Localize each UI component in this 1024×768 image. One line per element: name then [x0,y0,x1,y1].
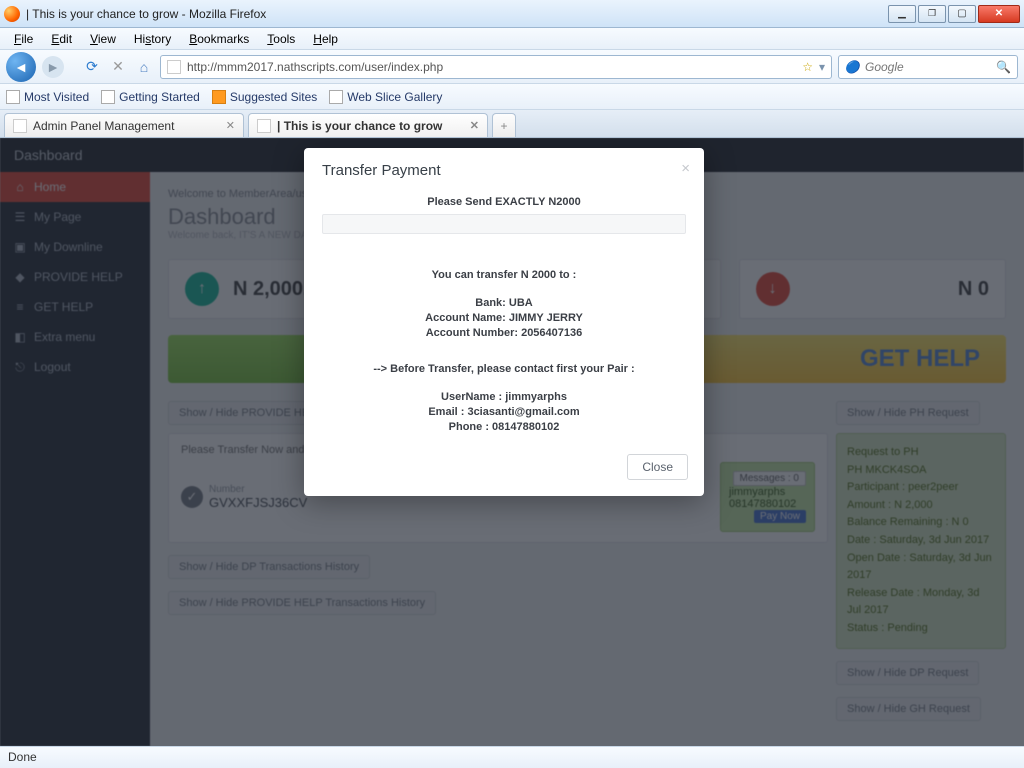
page-icon [101,90,115,104]
menu-edit[interactable]: Edit [43,30,80,48]
reload-button[interactable]: ⟳ [82,57,102,77]
bookmark-getting-started[interactable]: Getting Started [101,90,200,104]
bank-line: Bank: UBA [475,297,532,309]
menu-tools[interactable]: Tools [259,30,303,48]
window-close-button[interactable] [978,5,1020,23]
account-name-line: Account Name: JIMMY JERRY [425,312,583,324]
firefox-icon [4,6,20,22]
tab-admin-panel[interactable]: Admin Panel Management ✕ [4,113,244,137]
nav-back-button[interactable]: ◄ [6,52,36,82]
window-maximize-button[interactable] [948,5,976,23]
tab-icon [257,119,271,133]
window-restore-button[interactable] [918,5,946,23]
tab-close-icon[interactable]: ✕ [470,119,479,132]
search-placeholder: Google [865,60,904,74]
menu-bookmarks[interactable]: Bookmarks [181,30,257,48]
bookmarks-toolbar: Most Visited Getting Started Suggested S… [0,84,1024,110]
modal-title: Transfer Payment [322,162,441,179]
tab-chance-to-grow[interactable]: | This is your chance to grow ✕ [248,113,488,137]
rss-icon [212,90,226,104]
status-bar: Done [0,746,1024,768]
amount-input[interactable] [322,214,686,234]
menu-file[interactable]: FFileile [6,30,41,48]
menu-view[interactable]: View [82,30,124,48]
bookmark-most-visited[interactable]: Most Visited [6,90,89,104]
window-titlebar: | This is your chance to grow - Mozilla … [0,0,1024,28]
page-icon [167,60,181,74]
send-exact-line: Please Send EXACTLY N2000 [427,196,580,208]
url-bar[interactable]: http://mmm2017.nathscripts.com/user/inde… [160,55,832,79]
window-title: | This is your chance to grow - Mozilla … [26,7,888,21]
account-number-line: Account Number: 2056407136 [426,327,583,339]
window-minimize-button[interactable] [888,5,916,23]
transfer-payment-modal: Transfer Payment × Please Send EXACTLY N… [304,148,704,496]
tab-strip: Admin Panel Management ✕ | This is your … [0,110,1024,138]
pair-contact-note: --> Before Transfer, please contact firs… [373,363,634,375]
home-button[interactable]: ⌂ [134,57,154,77]
url-dropdown-icon[interactable]: ▾ [819,60,825,74]
pair-username: UserName : jimmyarphs [441,391,567,403]
url-text: http://mmm2017.nathscripts.com/user/inde… [187,60,443,74]
search-box[interactable]: 🔵 Google 🔍 [838,55,1018,79]
page-icon [329,90,343,104]
pair-phone: Phone : 08147880102 [449,421,560,433]
bookmark-web-slice[interactable]: Web Slice Gallery [329,90,442,104]
tab-close-icon[interactable]: ✕ [226,119,235,132]
bookmark-suggested-sites[interactable]: Suggested Sites [212,90,317,104]
menu-bar: FFileile Edit View History Bookmarks Too… [0,28,1024,50]
pair-email: Email : 3ciasanti@gmail.com [428,406,579,418]
transfer-to-line: You can transfer N 2000 to : [432,269,577,281]
nav-forward-button[interactable]: ► [42,56,64,78]
close-button[interactable]: Close [627,454,688,480]
google-icon: 🔵 [845,60,859,74]
page-viewport: Dashboard ⌂Home ☰My Page ▣My Downline ◆P… [0,138,1024,746]
nav-toolbar: ◄ ► ⟳ ✕ ⌂ http://mmm2017.nathscripts.com… [0,50,1024,84]
status-text: Done [8,750,37,764]
search-icon[interactable]: 🔍 [996,60,1011,74]
menu-history[interactable]: History [126,30,179,48]
bookmark-star-icon[interactable]: ☆ [802,60,813,74]
tab-icon [13,119,27,133]
stop-button[interactable]: ✕ [108,57,128,77]
modal-close-icon[interactable]: × [681,160,690,177]
menu-help[interactable]: Help [305,30,346,48]
folder-icon [6,90,20,104]
new-tab-button[interactable]: + [492,113,516,137]
